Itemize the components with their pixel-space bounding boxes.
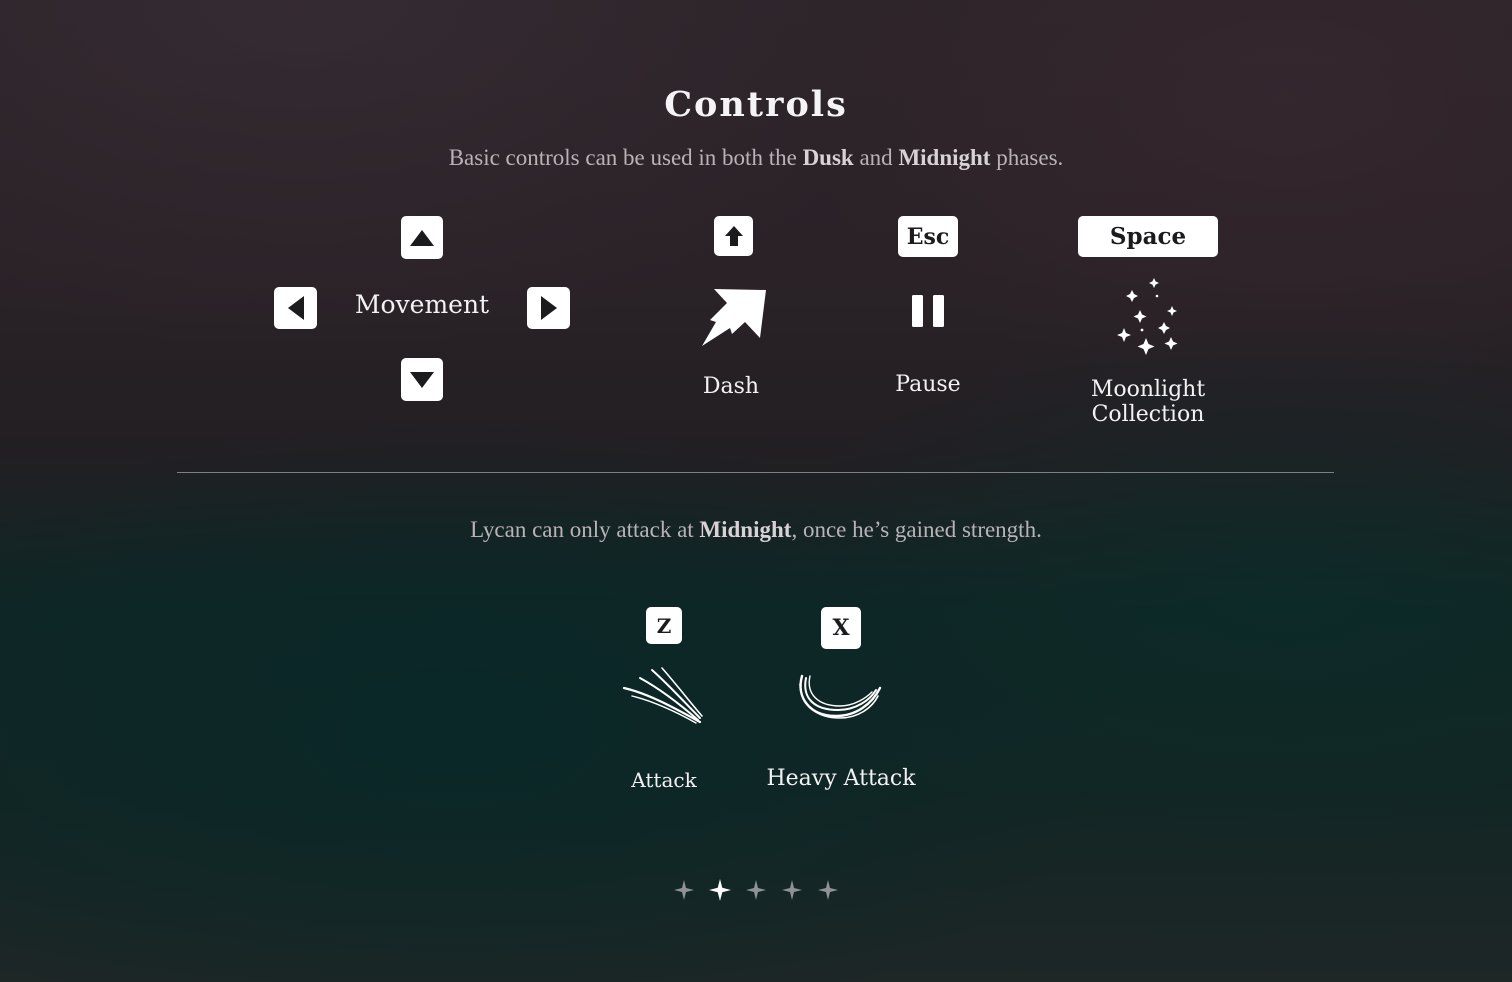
esc-key[interactable]: Esc [898,216,958,257]
heavy-slash-icon [799,674,882,719]
attack-label: Attack [631,768,697,792]
sparkles-icon [1117,278,1178,355]
dash-label: Dash [702,374,760,399]
basic-controls-note: Basic controls can be used in both the D… [448,145,1064,170]
page-dot-2-active[interactable] [708,878,732,902]
arrow-down-key[interactable] [401,358,443,401]
page-indicator [672,876,840,904]
pause-label: Pause [895,372,961,397]
page-dot-1[interactable] [672,878,696,902]
section-divider [177,472,1334,473]
triangle-right-icon [540,296,557,320]
moonlight-collection-label: Moonlight Collection [1090,377,1206,427]
z-key[interactable]: Z [646,607,682,644]
page-dot-5[interactable] [816,878,840,902]
page-dot-4[interactable] [780,878,804,902]
heavy-attack-label: Heavy Attack [766,766,916,791]
movement-label: Movement [354,290,490,319]
dash-arrow-icon [702,289,766,346]
claw-slash-icon [622,667,703,724]
arrow-left-key[interactable] [274,287,317,329]
pause-icon [912,295,944,327]
triangle-left-icon [287,296,304,320]
page-dot-3[interactable] [744,878,768,902]
arrow-right-key[interactable] [527,287,570,329]
triangle-up-icon [410,229,434,246]
x-key[interactable]: X [821,607,861,649]
page-title: Controls [664,84,848,125]
midnight-attack-note: Lycan can only attack at Midnight, once … [470,517,1042,542]
shift-arrow-up-icon [724,226,743,246]
triangle-down-icon [410,371,434,388]
shift-key[interactable] [714,216,753,256]
arrow-up-key[interactable] [401,216,443,259]
space-key[interactable]: Space [1078,216,1218,257]
